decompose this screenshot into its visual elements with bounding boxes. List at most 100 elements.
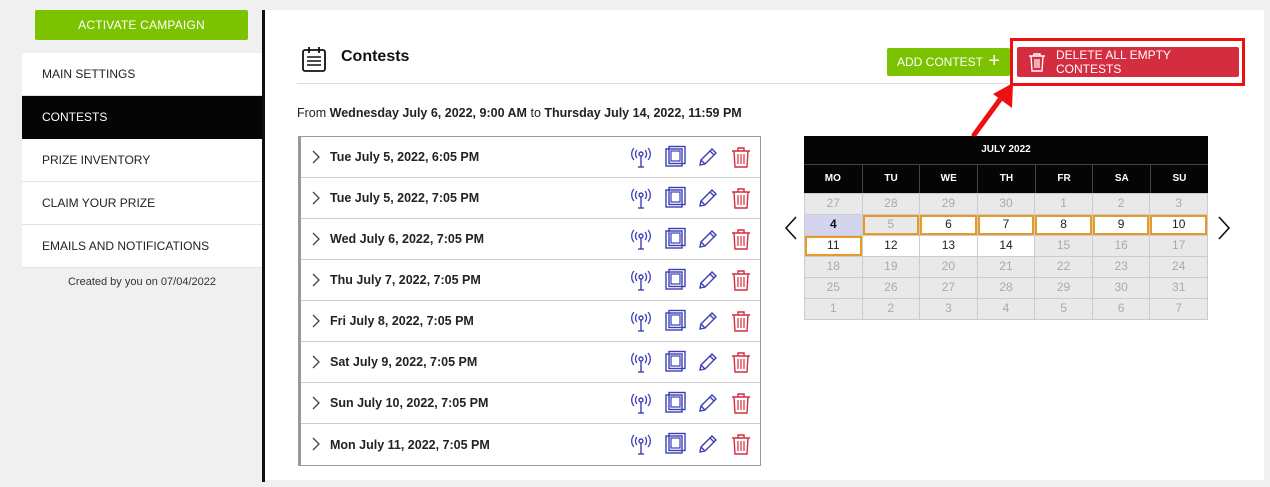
calendar-day[interactable]: 4 — [977, 299, 1036, 320]
edit-icon[interactable] — [696, 391, 720, 415]
edit-icon[interactable] — [696, 268, 720, 292]
calendar-day[interactable]: 28 — [977, 278, 1036, 299]
calendar-day[interactable]: 5 — [1035, 299, 1093, 320]
calendar-day[interactable]: 17 — [1150, 236, 1208, 257]
calendar-day[interactable]: 6 — [1092, 299, 1151, 320]
sidebar-item-claim-your-prize[interactable]: CLAIM YOUR PRIZE — [22, 182, 262, 225]
calendar-day[interactable]: 31 — [1150, 278, 1208, 299]
calendar-day[interactable]: 29 — [1035, 278, 1093, 299]
chevron-right-icon[interactable] — [311, 273, 321, 287]
delete-icon[interactable] — [729, 432, 753, 456]
calendar-day[interactable]: 29 — [920, 194, 978, 215]
calendar-day[interactable]: 20 — [920, 257, 978, 278]
delete-icon[interactable] — [729, 350, 753, 374]
calendar-day[interactable]: 11 — [805, 236, 863, 257]
calendar-day[interactable]: 8 — [1035, 215, 1093, 236]
calendar-day[interactable]: 1 — [805, 299, 863, 320]
sidebar-item-prize-inventory[interactable]: PRIZE INVENTORY — [22, 139, 262, 182]
sidebar-item-emails-and-notifications[interactable]: EMAILS AND NOTIFICATIONS — [22, 225, 262, 268]
edit-icon[interactable] — [696, 350, 720, 374]
calendar-day[interactable]: 30 — [977, 194, 1036, 215]
edit-icon[interactable] — [696, 309, 720, 333]
activate-campaign-button[interactable]: ACTIVATE CAMPAIGN — [35, 10, 248, 40]
calendar-day[interactable]: 27 — [920, 278, 978, 299]
chevron-right-icon[interactable] — [311, 396, 321, 410]
calendar-day[interactable]: 9 — [1092, 215, 1151, 236]
broadcast-icon[interactable] — [629, 350, 653, 374]
delete-icon[interactable] — [729, 145, 753, 169]
calendar-day[interactable]: 15 — [1035, 236, 1093, 257]
delete-icon[interactable] — [729, 227, 753, 251]
edit-icon[interactable] — [696, 227, 720, 251]
broadcast-icon[interactable] — [629, 432, 653, 456]
broadcast-icon[interactable] — [629, 391, 653, 415]
calendar-next-icon[interactable] — [1216, 215, 1232, 241]
calendar-day[interactable]: 1 — [1035, 194, 1093, 215]
contest-row[interactable]: Tue July 5, 2022, 6:05 PM — [301, 137, 760, 178]
delete-icon[interactable] — [729, 309, 753, 333]
sidebar-item-main-settings[interactable]: MAIN SETTINGS — [22, 53, 262, 96]
chevron-right-icon[interactable] — [311, 150, 321, 164]
edit-icon[interactable] — [696, 145, 720, 169]
calendar-day[interactable]: 2 — [1092, 194, 1151, 215]
contest-row[interactable]: Fri July 8, 2022, 7:05 PM — [301, 301, 760, 342]
copy-icon[interactable] — [663, 145, 687, 169]
copy-icon[interactable] — [663, 268, 687, 292]
calendar-day[interactable]: 7 — [977, 215, 1036, 236]
calendar-day[interactable]: 25 — [805, 278, 863, 299]
calendar-day[interactable]: 18 — [805, 257, 863, 278]
calendar-day[interactable]: 10 — [1150, 215, 1208, 236]
chevron-right-icon[interactable] — [311, 232, 321, 246]
broadcast-icon[interactable] — [629, 227, 653, 251]
copy-icon[interactable] — [663, 309, 687, 333]
calendar-day[interactable]: 19 — [862, 257, 921, 278]
copy-icon[interactable] — [663, 350, 687, 374]
edit-icon[interactable] — [696, 432, 720, 456]
calendar-day[interactable]: 16 — [1092, 236, 1151, 257]
calendar-day[interactable]: 3 — [1150, 194, 1208, 215]
calendar-day[interactable]: 3 — [920, 299, 978, 320]
chevron-right-icon[interactable] — [311, 191, 321, 205]
contest-row[interactable]: Wed July 6, 2022, 7:05 PM — [301, 219, 760, 260]
calendar-day[interactable]: 23 — [1092, 257, 1151, 278]
calendar-day[interactable]: 30 — [1092, 278, 1151, 299]
copy-icon[interactable] — [663, 432, 687, 456]
calendar-prev-icon[interactable] — [783, 215, 799, 241]
calendar-day[interactable]: 21 — [977, 257, 1036, 278]
calendar-day[interactable]: 26 — [862, 278, 921, 299]
calendar-day[interactable]: 14 — [977, 236, 1036, 257]
calendar-day[interactable]: 7 — [1150, 299, 1208, 320]
calendar-day[interactable]: 5 — [862, 215, 921, 236]
contest-row[interactable]: Sun July 10, 2022, 7:05 PM — [301, 383, 760, 424]
calendar-day[interactable]: 6 — [920, 215, 978, 236]
calendar-day[interactable]: 13 — [920, 236, 978, 257]
broadcast-icon[interactable] — [629, 145, 653, 169]
add-contest-button[interactable]: ADD CONTEST + — [887, 48, 1010, 76]
copy-icon[interactable] — [663, 391, 687, 415]
broadcast-icon[interactable] — [629, 309, 653, 333]
copy-icon[interactable] — [663, 227, 687, 251]
sidebar-item-contests[interactable]: CONTESTS — [22, 96, 262, 139]
contest-row[interactable]: Mon July 11, 2022, 7:05 PM — [301, 424, 760, 465]
broadcast-icon[interactable] — [629, 186, 653, 210]
edit-icon[interactable] — [696, 186, 720, 210]
contest-row[interactable]: Thu July 7, 2022, 7:05 PM — [301, 260, 760, 301]
calendar-day[interactable]: 27 — [805, 194, 863, 215]
calendar-day[interactable]: 24 — [1150, 257, 1208, 278]
broadcast-icon[interactable] — [629, 268, 653, 292]
chevron-right-icon[interactable] — [311, 437, 321, 451]
chevron-right-icon[interactable] — [311, 355, 321, 369]
delete-icon[interactable] — [729, 268, 753, 292]
delete-icon[interactable] — [729, 391, 753, 415]
chevron-right-icon[interactable] — [311, 314, 321, 328]
delete-icon[interactable] — [729, 186, 753, 210]
calendar-day[interactable]: 22 — [1035, 257, 1093, 278]
calendar-day[interactable]: 12 — [862, 236, 921, 257]
delete-all-empty-contests-button[interactable]: DELETE ALL EMPTY CONTESTS — [1017, 47, 1239, 77]
calendar-day[interactable]: 4 — [805, 215, 863, 236]
contest-row[interactable]: Tue July 5, 2022, 7:05 PM — [301, 178, 760, 219]
copy-icon[interactable] — [663, 186, 687, 210]
calendar-day[interactable]: 28 — [862, 194, 921, 215]
calendar-day[interactable]: 2 — [862, 299, 921, 320]
contest-row[interactable]: Sat July 9, 2022, 7:05 PM — [301, 342, 760, 383]
